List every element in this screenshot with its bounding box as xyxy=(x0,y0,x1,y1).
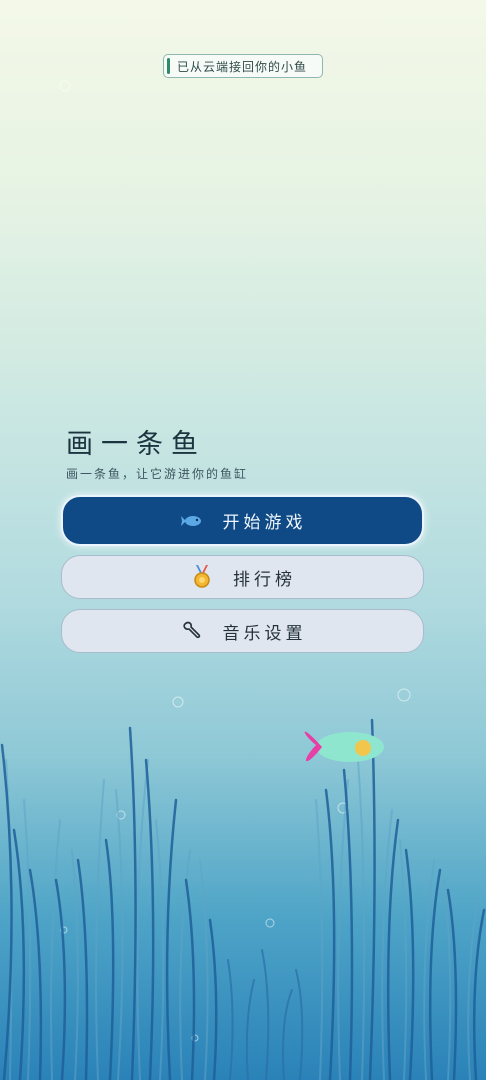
drawn-fish xyxy=(304,731,384,762)
leaderboard-label: 排行榜 xyxy=(233,569,296,590)
bubble xyxy=(265,918,275,928)
medal-icon xyxy=(189,564,215,590)
bubble xyxy=(397,688,411,702)
toast-message: 已从云端接回你的小鱼 xyxy=(177,59,308,74)
game-home-screen: 已从云端接回你的小鱼 画一条鱼 画一条鱼，让它游进你的鱼缸 开始游戏 排行榜 音… xyxy=(0,0,486,1080)
fish-icon xyxy=(179,508,205,534)
game-title: 画一条鱼 xyxy=(66,429,206,460)
fish-body xyxy=(316,732,384,762)
seaweed xyxy=(0,718,486,1080)
cloud-sync-toast: 已从云端接回你的小鱼 xyxy=(163,54,323,78)
bubble xyxy=(172,696,184,708)
music-settings-label: 音乐设置 xyxy=(222,623,307,644)
fish-eye xyxy=(355,740,371,756)
game-subtitle: 画一条鱼，让它游进你的鱼缸 xyxy=(66,467,249,481)
fish-tail xyxy=(304,731,322,762)
bubble xyxy=(59,80,71,92)
start-game-label: 开始游戏 xyxy=(222,513,307,533)
wrench-icon xyxy=(179,618,205,644)
music-settings-button[interactable]: 音乐设置 xyxy=(61,609,424,653)
leaderboard-button[interactable]: 排行榜 xyxy=(61,555,424,599)
start-game-button[interactable]: 开始游戏 xyxy=(61,495,424,546)
toast-accent-bar xyxy=(167,58,170,74)
